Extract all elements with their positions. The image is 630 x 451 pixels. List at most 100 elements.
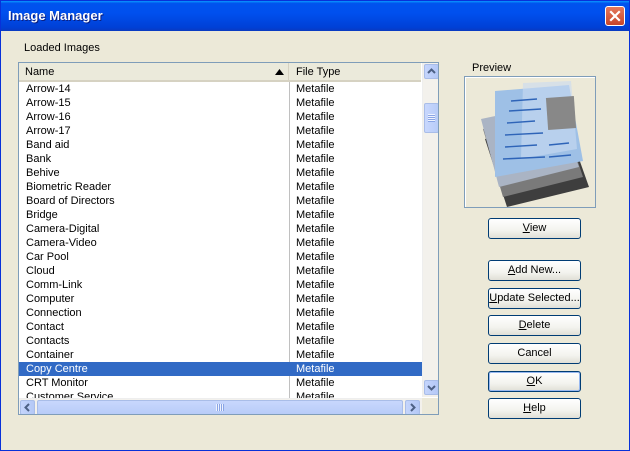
column-separator [289, 320, 290, 334]
list-item[interactable]: Container Metafile [19, 348, 422, 362]
horizontal-scrollbar[interactable] [19, 398, 422, 414]
delete-button[interactable]: Delete [488, 315, 581, 336]
item-file-type: Metafile [296, 195, 335, 207]
list-item[interactable]: Bridge Metafile [19, 208, 422, 222]
thumb-grip [216, 404, 224, 411]
scroll-right-icon [410, 403, 416, 412]
column-header-name-label: Name [25, 66, 55, 78]
help-button[interactable]: Help [488, 398, 581, 419]
scroll-left-button[interactable] [20, 400, 35, 414]
list-item[interactable]: Contact Metafile [19, 320, 422, 334]
item-file-type: Metafile [296, 83, 335, 95]
item-name: Copy Centre [26, 363, 88, 375]
list-item[interactable]: Car Pool Metafile [19, 250, 422, 264]
list-rows: Arrow-14 Metafile Arrow-15 Metafile Arrow-16… [19, 82, 422, 398]
scroll-left-icon [24, 403, 30, 412]
item-name: Computer [26, 293, 75, 305]
item-file-type: Metafile [296, 181, 335, 193]
update-selected-button-label: pdate Selected... [497, 292, 580, 304]
item-file-type: Metafile [296, 125, 335, 137]
list-item[interactable]: Camera-Digital Metafile [19, 222, 422, 236]
list-item[interactable]: Arrow-16 Metafile [19, 110, 422, 124]
list-item[interactable]: Connection Metafile [19, 306, 422, 320]
list-item[interactable]: CRT Monitor Metafile [19, 376, 422, 390]
item-file-type: Metafile [296, 335, 335, 347]
item-file-type: Metafile [296, 97, 335, 109]
item-file-type: Metafile [296, 265, 335, 277]
item-name: Camera-Digital [26, 223, 100, 235]
scroll-right-button[interactable] [405, 400, 420, 414]
column-separator [289, 166, 290, 180]
add-new-button[interactable]: Add New... [488, 260, 581, 281]
vertical-scroll-thumb[interactable] [424, 103, 438, 133]
scroll-down-button[interactable] [424, 380, 438, 395]
list-item[interactable]: Arrow-15 Metafile [19, 96, 422, 110]
update-selected-button[interactable]: Update Selected... [488, 288, 581, 309]
delete-button-label: elete [526, 319, 551, 331]
image-manager-dialog: Image Manager Loaded Images Preview Name… [0, 0, 630, 451]
column-separator [289, 292, 290, 306]
vertical-scrollbar[interactable] [422, 63, 438, 397]
item-file-type: Metafile [296, 223, 335, 235]
list-item[interactable]: Arrow-17 Metafile [19, 124, 422, 138]
list-item[interactable]: Behive Metafile [19, 166, 422, 180]
list-item[interactable]: Arrow-14 Metafile [19, 82, 422, 96]
item-file-type: Metafile [296, 111, 335, 123]
help-button-accelerator: H [523, 402, 532, 414]
column-header-file-type-label: File Type [296, 66, 341, 78]
cancel-button[interactable]: Cancel [488, 343, 581, 364]
item-file-type: Metafile [296, 349, 335, 361]
scroll-up-button[interactable] [424, 64, 438, 79]
list-item[interactable]: Computer Metafile [19, 292, 422, 306]
list-item[interactable]: Camera-Video Metafile [19, 236, 422, 250]
list-item[interactable]: Band aid Metafile [19, 138, 422, 152]
column-separator [289, 124, 290, 138]
column-separator [289, 208, 290, 222]
update-selected-button-accelerator: U [489, 292, 498, 304]
column-separator [289, 306, 290, 320]
view-button-accelerator: V [522, 222, 530, 234]
title-bar[interactable]: Image Manager [1, 1, 629, 31]
column-header-name[interactable]: Name [19, 63, 289, 80]
column-separator [289, 334, 290, 348]
item-name: Behive [26, 167, 60, 179]
column-header-file-type[interactable]: File Type [290, 63, 421, 80]
loaded-images-label: Loaded Images [24, 42, 100, 54]
item-name: Arrow-15 [26, 97, 71, 109]
item-file-type: Metafile [296, 391, 335, 398]
item-file-type: Metafile [296, 377, 335, 389]
item-name: Container [26, 349, 74, 361]
item-name: Contact [26, 321, 64, 333]
item-file-type: Metafile [296, 153, 335, 165]
item-name: Camera-Video [26, 237, 97, 249]
list-item[interactable]: Contacts Metafile [19, 334, 422, 348]
list-item[interactable]: Customer Service Metafile [19, 390, 422, 398]
help-button-label: elp [531, 402, 546, 414]
scroll-down-icon [427, 385, 436, 391]
column-separator [289, 110, 290, 124]
column-separator [289, 278, 290, 292]
list-item[interactable]: Cloud Metafile [19, 264, 422, 278]
item-name: Arrow-17 [26, 125, 71, 137]
document-stack-preview [481, 81, 589, 207]
item-name: Biometric Reader [26, 181, 111, 193]
column-separator [289, 264, 290, 278]
item-name: CRT Monitor [26, 377, 88, 389]
horizontal-scroll-thumb[interactable] [37, 400, 403, 414]
column-separator [289, 236, 290, 250]
close-button[interactable] [605, 6, 625, 26]
item-name: Arrow-16 [26, 111, 71, 123]
ok-button[interactable]: OK [488, 371, 581, 392]
list-item[interactable]: Biometric Reader Metafile [19, 180, 422, 194]
scrollbar-corner [422, 398, 438, 414]
list-item[interactable]: Copy Centre Metafile [19, 362, 422, 376]
item-file-type: Metafile [296, 251, 335, 263]
view-button[interactable]: View [488, 218, 581, 239]
images-list[interactable]: Name File Type Arrow-14 Metafile Arrow-15 M… [18, 62, 439, 415]
list-item[interactable]: Bank Metafile [19, 152, 422, 166]
list-header: Name File Type [19, 63, 421, 82]
list-item[interactable]: Board of Directors Metafile [19, 194, 422, 208]
delete-button-accelerator: D [518, 319, 527, 331]
scroll-up-icon [427, 68, 436, 74]
list-item[interactable]: Comm-Link Metafile [19, 278, 422, 292]
